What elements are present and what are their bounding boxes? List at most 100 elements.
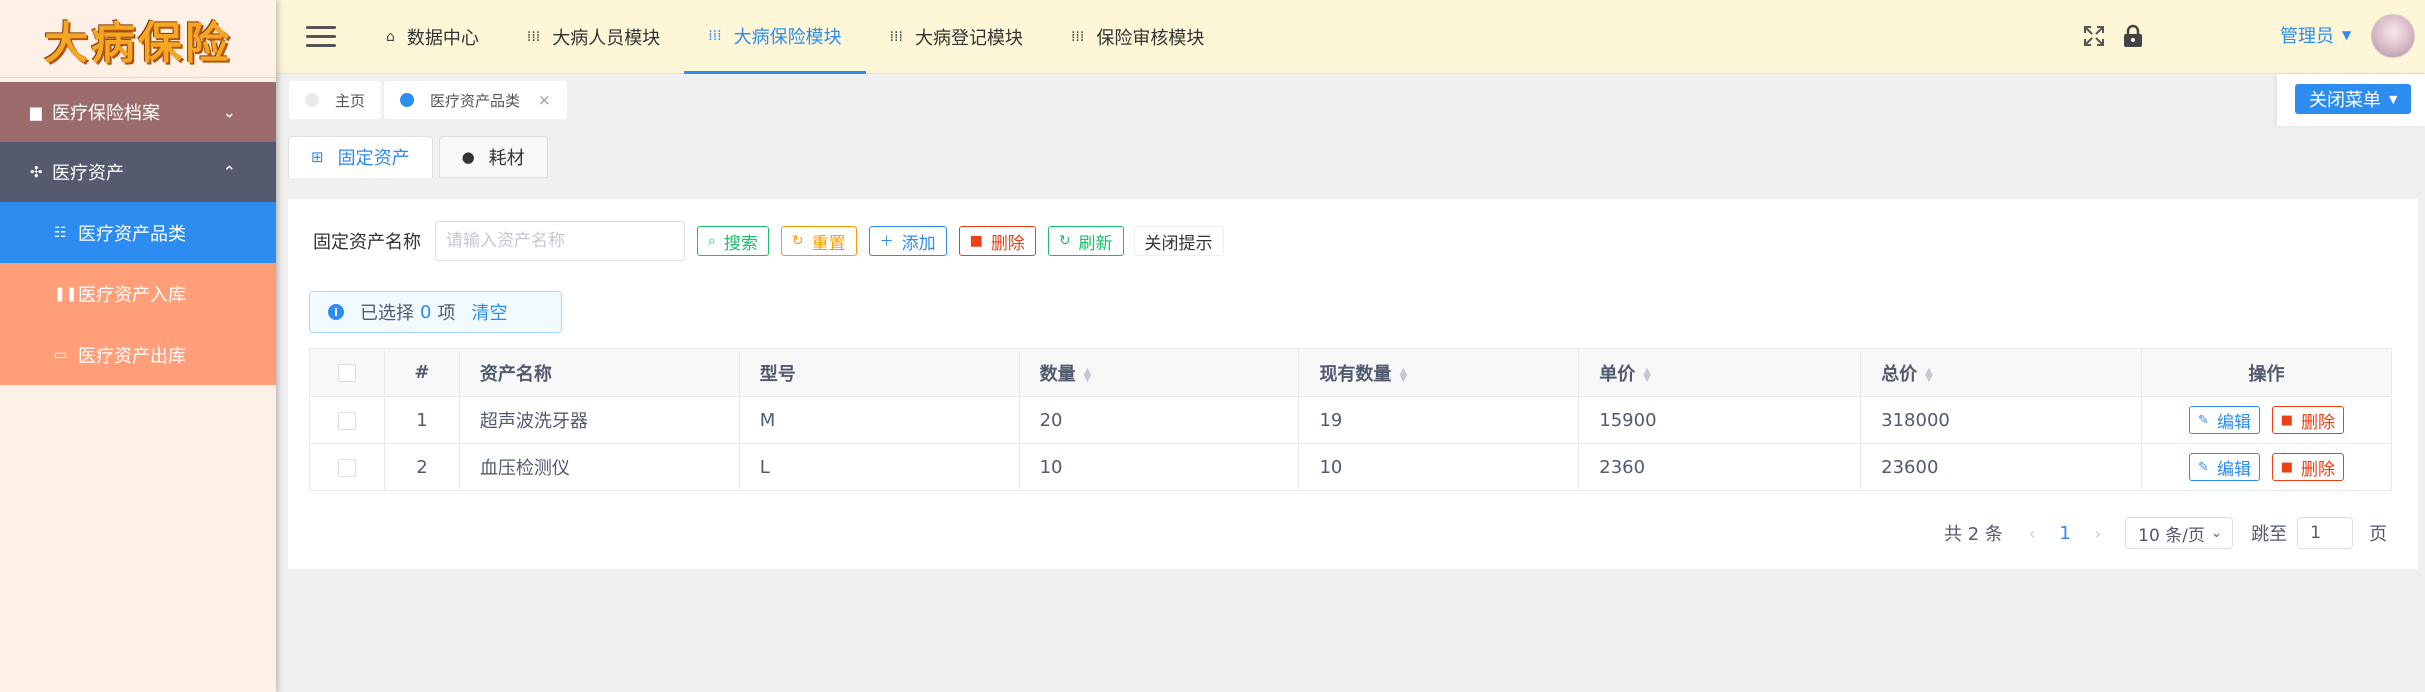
select-all-checkbox-cell[interactable] — [309, 348, 385, 397]
cell-model: L — [738, 443, 1020, 491]
pagination: 共 2 条 ‹ 1 › 10 条/页 ⌄ 跳至 页 — [1944, 517, 2387, 549]
col-qty[interactable]: 数量 ▲ ▼ — [1018, 348, 1300, 397]
hamburger-menu-icon[interactable] — [306, 26, 336, 48]
nav-item-data-center[interactable]: ⌂ 数据中心 — [362, 0, 503, 74]
avatar[interactable] — [2371, 14, 2415, 58]
col-total-label: 总价 — [1881, 363, 1918, 385]
cell-index: 2 — [383, 443, 460, 491]
rectangle-icon: ▭ — [54, 346, 68, 363]
plus-icon: ＋ — [879, 234, 894, 250]
grid-icon: ⁞⁞⁞ — [526, 29, 541, 45]
add-button[interactable]: ＋ 添加 — [868, 226, 947, 256]
close-menu-button[interactable]: 关闭菜单 ▼ — [2295, 84, 2412, 114]
cell-qty: 20 — [1018, 396, 1300, 444]
select-all-checkbox[interactable] — [337, 364, 356, 382]
edit-button[interactable]: ✎ 编辑 — [2189, 453, 2260, 481]
table-row: 2 血压检测仪 L 10 10 2360 23600 ✎ 编辑 ■ 删除 — [309, 443, 2392, 491]
tab-consumables[interactable]: ● 耗材 — [438, 136, 548, 178]
page-tab-asset-category[interactable]: 医疗资产品类 × — [384, 81, 567, 119]
selection-prefix: 已选择 — [360, 303, 414, 324]
page-tab-home[interactable]: 主页 — [289, 81, 382, 119]
chevron-down-icon: ⌄ — [222, 102, 236, 122]
tab-fixed-assets[interactable]: ⊞ 固定资产 — [288, 136, 433, 178]
col-actions: 操作 — [2141, 348, 2392, 397]
cell-index: 1 — [383, 396, 460, 444]
cell-unit-price: 15900 — [1578, 396, 1862, 444]
sort-icon[interactable]: ▲ ▼ — [1399, 366, 1407, 383]
cell-current-qty: 19 — [1298, 396, 1580, 444]
jump-label: 跳至 — [2251, 524, 2288, 545]
nav-item-label: 数据中心 — [406, 28, 479, 49]
row-checkbox[interactable] — [337, 458, 356, 477]
cell-name: 血压检测仪 — [458, 443, 740, 491]
fullscreen-icon[interactable] — [2082, 24, 2106, 48]
refresh-button[interactable]: ↻ 刷新 — [1047, 226, 1124, 256]
page-tab-label: 主页 — [335, 91, 366, 110]
caret-down-icon: ▼ — [2342, 28, 2352, 42]
lock-icon[interactable] — [2122, 24, 2144, 48]
col-current-qty[interactable]: 现有数量 ▲ ▼ — [1298, 348, 1580, 397]
clear-selection-link[interactable]: 清空 — [471, 299, 507, 325]
close-icon[interactable]: × — [538, 91, 551, 109]
nav-item-review[interactable]: ⁞⁞⁞ 保险审核模块 — [1047, 0, 1228, 74]
chevron-up-icon: ⌃ — [222, 162, 236, 182]
sort-icon[interactable]: ▲ ▼ — [1925, 366, 1933, 383]
col-unit-price[interactable]: 单价 ▲ ▼ — [1578, 348, 1862, 397]
col-qty-label: 数量 — [1039, 363, 1076, 385]
search-button-label: 搜索 — [723, 233, 758, 254]
grid-icon: ⁞⁞⁞ — [1070, 29, 1085, 45]
move-icon: ✣ — [30, 163, 43, 181]
cell-total: 23600 — [1860, 443, 2143, 491]
close-tip-button[interactable]: 关闭提示 — [1133, 226, 1224, 256]
col-total[interactable]: 总价 ▲ ▼ — [1860, 348, 2143, 397]
sliders-icon: ☷ — [54, 224, 67, 241]
jump-page-input[interactable] — [2297, 517, 2354, 549]
edit-icon: ✎ — [2198, 412, 2209, 428]
sort-icon[interactable]: ▲ ▼ — [1084, 366, 1092, 383]
logo: 大病保险 — [0, 0, 276, 78]
page-number[interactable]: 1 — [2059, 523, 2070, 544]
page-suffix: 页 — [2369, 524, 2388, 545]
user-menu[interactable]: 管理员 ▼ — [2280, 22, 2351, 48]
sidebar-group-medical-assets[interactable]: ✣ 医疗资产 ⌃ — [0, 142, 276, 202]
sidebar-group-insurance-archive[interactable]: ▆ 医疗保险档案 ⌄ — [0, 82, 276, 142]
nav-item-patients[interactable]: ⁞⁞⁞ 大病人员模块 — [503, 0, 684, 74]
next-page-icon[interactable]: › — [2095, 524, 2101, 543]
folder-icon: ▆ — [30, 103, 42, 121]
prev-page-icon[interactable]: ‹ — [2029, 524, 2035, 543]
content-tabs: ⊞ 固定资产 ● 耗材 — [288, 136, 548, 178]
nav-item-registration[interactable]: ⁞⁞⁞ 大病登记模块 — [866, 0, 1047, 74]
search-button[interactable]: ⌕ 搜索 — [697, 226, 769, 256]
sort-icon[interactable]: ▲ ▼ — [1643, 366, 1651, 383]
apple-icon: ● — [461, 148, 475, 166]
delete-button-label: 删除 — [990, 233, 1025, 254]
edit-button[interactable]: ✎ 编辑 — [2189, 406, 2260, 434]
nav-item-label: 大病登记模块 — [914, 28, 1023, 49]
logo-text: 大病保险 — [44, 17, 232, 69]
col-name: 资产名称 — [458, 348, 740, 397]
nav-item-insurance[interactable]: ⁞⁞⁞ 大病保险模块 — [684, 0, 866, 74]
grid-icon: ⁞⁞⁞ — [889, 29, 903, 45]
content-card: 固定资产名称 ⌕ 搜索 ↻ 重置 ＋ 添加 ■ 删除 ↻ 刷新 关闭提示 i 已… — [288, 199, 2418, 569]
cell-unit-price: 2360 — [1578, 443, 1862, 491]
tab-label: 固定资产 — [337, 148, 410, 169]
sidebar-item-asset-outbound[interactable]: ▭ 医疗资产出库 — [0, 324, 276, 385]
row-checkbox-cell[interactable] — [309, 443, 385, 491]
search-label: 固定资产名称 — [313, 232, 421, 253]
reset-button[interactable]: ↻ 重置 — [780, 226, 857, 256]
row-checkbox-cell[interactable] — [309, 396, 385, 444]
pager-total: 共 2 条 — [1944, 524, 2003, 545]
sidebar-item-label: 医疗资产入库 — [78, 284, 186, 306]
header-icons — [2082, 24, 2144, 48]
page-size-select[interactable]: 10 条/页 ⌄ — [2125, 517, 2234, 549]
selection-count: 0 — [420, 301, 432, 323]
row-delete-button[interactable]: ■ 删除 — [2271, 453, 2344, 481]
row-checkbox[interactable] — [337, 411, 356, 430]
sidebar-item-asset-category[interactable]: ☷ 医疗资产品类 — [0, 202, 276, 263]
delete-button[interactable]: ■ 删除 — [958, 226, 1036, 256]
cell-total: 318000 — [1860, 396, 2143, 444]
row-delete-button[interactable]: ■ 删除 — [2271, 406, 2344, 434]
asset-name-input[interactable] — [435, 221, 685, 261]
sidebar-item-asset-inbound[interactable]: ❚❚ 医疗资产入库 — [0, 263, 276, 324]
tab-label: 耗材 — [488, 148, 525, 169]
